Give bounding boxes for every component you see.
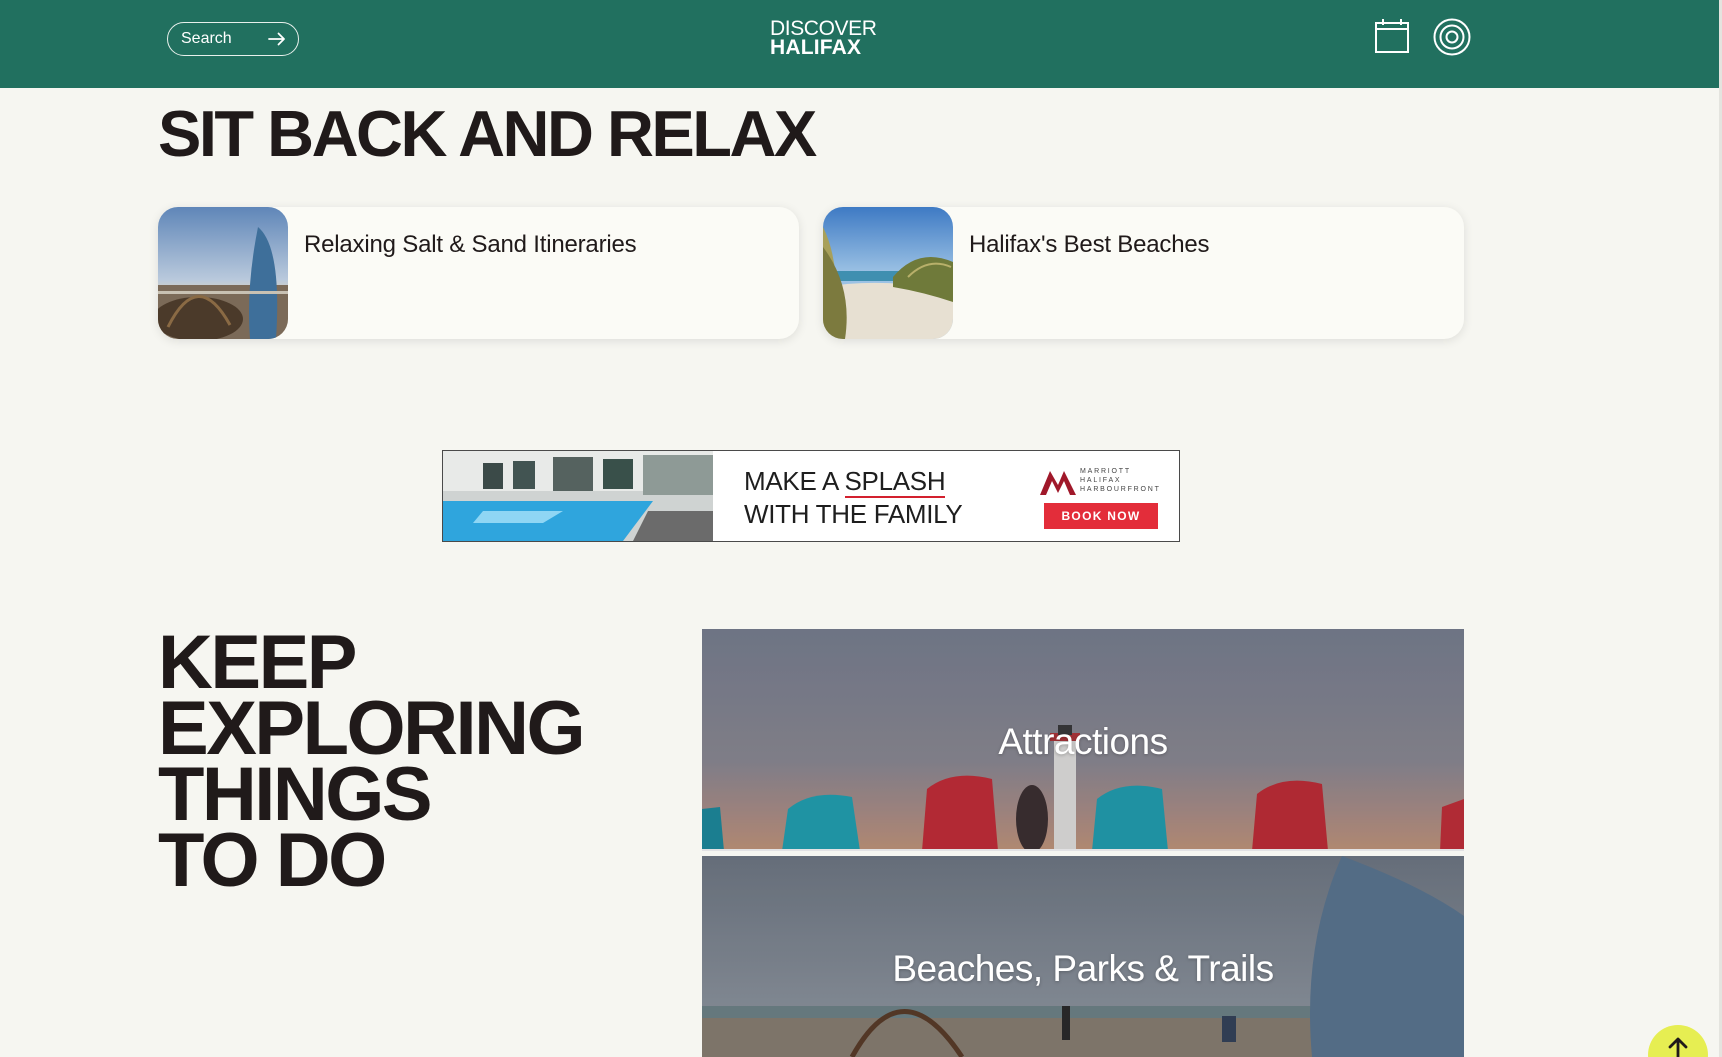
marriott-wordmark: MARRIOTT HALIFAX HARBOURFRONT [1080, 467, 1161, 494]
tile-attractions[interactable]: Attractions [702, 629, 1464, 851]
back-to-top-button[interactable] [1648, 1025, 1708, 1057]
ad-headline: MAKE A SPLASH WITH THE FAMILY [713, 451, 1023, 541]
section-title-explore: KEEP EXPLORING THINGS TO DO [158, 625, 586, 903]
brand-line-3: HARBOURFRONT [1080, 486, 1161, 493]
tile-label: Attractions [998, 721, 1168, 762]
ad-headline-line-2: WITH THE FAMILY [744, 499, 963, 529]
search-button[interactable]: Search [167, 22, 299, 56]
card-best-beaches[interactable]: Halifax's Best Beaches [823, 207, 1464, 339]
dune-grass-image [823, 207, 953, 339]
site-header: Search DISCOVER HALIFAX [0, 0, 1719, 88]
card-thumbnail [823, 207, 953, 339]
logo-line-2: HALIFAX [770, 36, 862, 59]
card-title: Halifax's Best Beaches [969, 231, 1210, 258]
card-salt-sand-itineraries[interactable]: Relaxing Salt & Sand Itineraries [158, 207, 799, 339]
card-title: Relaxing Salt & Sand Itineraries [304, 231, 637, 258]
brand-line-1: MARRIOTT [1080, 468, 1131, 475]
search-label: Search [181, 30, 232, 47]
arrow-up-icon [1668, 1037, 1688, 1057]
explore-title-line: TO DO [158, 818, 387, 903]
marriott-ad-banner[interactable]: MAKE A SPLASH WITH THE FAMILY MARRIOTT H… [442, 450, 1180, 542]
section-title-relax: SIT BACK AND RELAX [158, 97, 817, 170]
ad-headline-pre: MAKE A [744, 466, 845, 496]
tile-label: Beaches, Parks & Trails [892, 948, 1274, 989]
arrow-right-icon [268, 32, 285, 46]
book-now-button[interactable]: BOOK NOW [1044, 503, 1158, 529]
discover-halifax-logo[interactable]: DISCOVER HALIFAX [770, 18, 877, 59]
target-icon[interactable] [1432, 17, 1472, 57]
card-thumbnail [158, 207, 288, 339]
tile-beaches-parks-trails[interactable]: Beaches, Parks & Trails [702, 856, 1464, 1057]
beach-basket-image [158, 207, 288, 339]
ad-pool-image [443, 451, 713, 541]
calendar-icon[interactable] [1372, 17, 1412, 57]
ad-headline-emphasis: SPLASH [844, 466, 946, 498]
brand-line-2: HALIFAX [1080, 477, 1122, 484]
marriott-m-icon [1040, 471, 1076, 495]
